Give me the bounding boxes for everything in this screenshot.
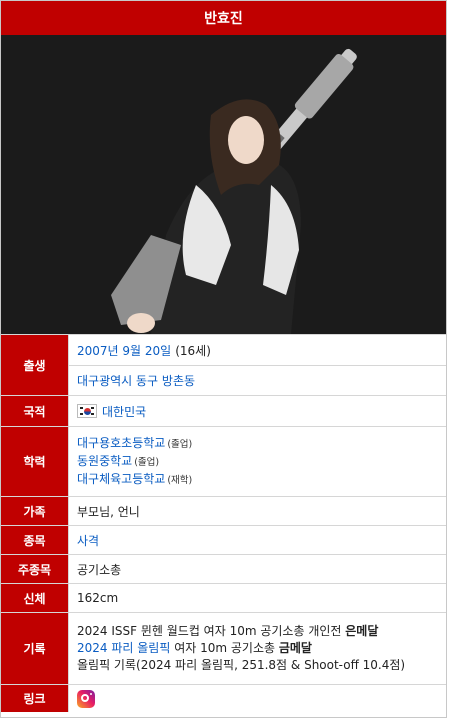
records-row: 기록 2024 ISSF 뮌헨 월드컵 여자 10m 공기소총 개인전 은메달 …	[1, 612, 446, 684]
education-row: 학력 대구용호초등학교 (졸업) 동원중학교 (졸업) 대구체육고등학교 (재학)	[1, 426, 446, 496]
profile-photo[interactable]	[1, 35, 446, 334]
sport-label: 종목	[1, 526, 69, 554]
school-item: 대구용호초등학교 (졸업)	[77, 435, 192, 453]
record-item: 2024 ISSF 뮌헨 월드컵 여자 10m 공기소총 개인전 은메달	[77, 623, 378, 640]
birth-age: (16세)	[175, 343, 211, 358]
school-status: (졸업)	[134, 456, 160, 468]
country-link[interactable]: 대한민국	[102, 403, 146, 420]
links-value	[69, 685, 446, 712]
main-event-value: 공기소총	[77, 562, 122, 577]
nationality-value: 대한민국	[69, 396, 446, 426]
athlete-photo-illustration	[1, 35, 446, 334]
main-event-label: 주종목	[1, 555, 69, 583]
sport-row: 종목 사격	[1, 525, 446, 554]
profile-infobox: 반효진 출생 2007년 9월 20일 (16세) 대구광역시 동구 방촌동 국…	[0, 0, 447, 718]
birth-date-cell: 2007년 9월 20일 (16세)	[69, 335, 446, 365]
education-value: 대구용호초등학교 (졸업) 동원중학교 (졸업) 대구체육고등학교 (재학)	[69, 427, 446, 496]
birth-place-link[interactable]: 대구광역시 동구 방촌동	[77, 372, 195, 389]
family-value: 부모님, 언니	[77, 504, 140, 519]
record-medal: 은메달	[345, 624, 379, 638]
body-row: 신체 162cm	[1, 583, 446, 612]
school-link[interactable]: 대구용호초등학교	[77, 436, 165, 450]
family-label: 가족	[1, 497, 69, 525]
infobox-title: 반효진	[1, 1, 446, 35]
family-row: 가족 부모님, 언니	[1, 496, 446, 525]
school-status: (재학)	[167, 474, 193, 486]
records-value: 2024 ISSF 뮌헨 월드컵 여자 10m 공기소총 개인전 은메달 202…	[69, 613, 446, 684]
record-text: 2024 ISSF 뮌헨 월드컵 여자 10m 공기소총 개인전	[77, 624, 346, 638]
school-status: (졸업)	[167, 438, 193, 450]
records-label: 기록	[1, 613, 69, 684]
record-medal: 금메달	[278, 641, 312, 655]
olympics-link[interactable]: 2024 파리 올림픽	[77, 641, 170, 655]
birth-date-link[interactable]: 2007년 9월 20일	[77, 342, 171, 359]
links-label: 링크	[1, 685, 69, 712]
nationality-label: 국적	[1, 396, 69, 426]
nationality-row: 국적 대한민국	[1, 395, 446, 426]
record-item: 2024 파리 올림픽 여자 10m 공기소총 금메달	[77, 640, 312, 657]
birth-place-cell: 대구광역시 동구 방촌동	[69, 365, 446, 395]
record-item: 올림픽 기록(2024 파리 올림픽, 251.8점 & Shoot-off 1…	[77, 657, 405, 674]
south-korea-flag-icon	[77, 404, 97, 418]
body-value: 162cm	[77, 591, 119, 605]
sport-link[interactable]: 사격	[77, 532, 99, 549]
record-text: 올림픽 기록(2024 파리 올림픽, 251.8점 & Shoot-off 1…	[77, 658, 406, 672]
school-item: 대구체육고등학교 (재학)	[77, 471, 192, 489]
body-label: 신체	[1, 584, 69, 612]
birth-row: 출생 2007년 9월 20일 (16세) 대구광역시 동구 방촌동	[1, 334, 446, 395]
birth-label: 출생	[1, 335, 69, 395]
instagram-icon[interactable]	[77, 689, 95, 708]
links-row: 링크	[1, 684, 446, 712]
main-event-row: 주종목 공기소총	[1, 554, 446, 583]
school-link[interactable]: 대구체육고등학교	[77, 472, 165, 486]
record-text: 여자 10m 공기소총	[170, 641, 279, 655]
school-link[interactable]: 동원중학교	[77, 454, 132, 468]
school-item: 동원중학교 (졸업)	[77, 453, 159, 471]
birth-value: 2007년 9월 20일 (16세) 대구광역시 동구 방촌동	[69, 335, 446, 395]
education-label: 학력	[1, 427, 69, 496]
sport-value: 사격	[69, 526, 446, 554]
